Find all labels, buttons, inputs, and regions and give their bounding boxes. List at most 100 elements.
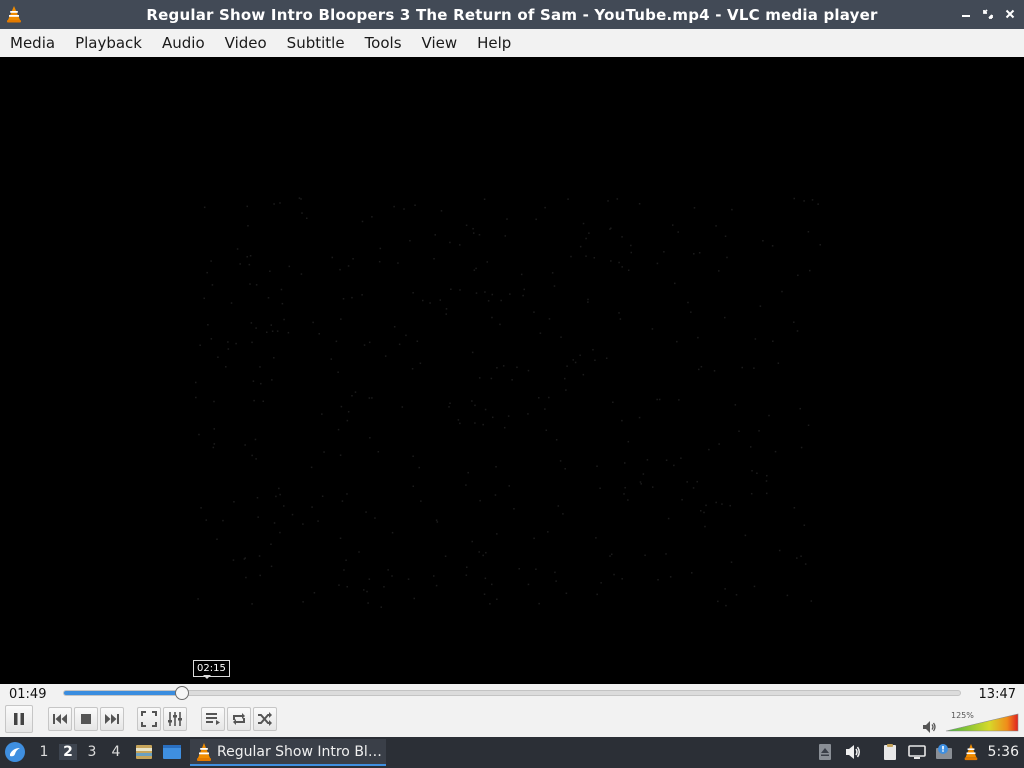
start-menu-icon[interactable]: [4, 741, 26, 763]
video-noise-dot: [544, 206, 546, 209]
playback-controls: 01:49 13:47 125%: [0, 684, 1024, 737]
video-noise-dot: [412, 292, 414, 294]
menu-help[interactable]: Help: [467, 29, 521, 57]
video-noise-dot: [527, 583, 530, 586]
video-noise-dot: [651, 328, 654, 330]
fullscreen-button[interactable]: [137, 707, 161, 731]
desktop-4[interactable]: 4: [107, 744, 125, 760]
video-noise-dot: [384, 355, 387, 357]
seek-tooltip-arrow: [203, 675, 211, 679]
video-noise-dot: [533, 311, 535, 313]
video-noise-dot: [225, 366, 227, 368]
video-noise-dot: [509, 293, 511, 295]
menu-playback[interactable]: Playback: [65, 29, 152, 57]
seek-handle[interactable]: [175, 686, 190, 700]
seek-slider[interactable]: [63, 686, 961, 700]
video-noise-dot: [479, 499, 481, 502]
extended-settings-button[interactable]: [163, 707, 187, 731]
menu-tools[interactable]: Tools: [355, 29, 412, 57]
desktop-2[interactable]: 2: [59, 744, 77, 760]
video-noise-dot: [693, 253, 695, 255]
video-noise-dot: [217, 356, 219, 358]
previous-button[interactable]: [48, 707, 72, 731]
menu-media[interactable]: Media: [0, 29, 65, 57]
shuffle-button[interactable]: [253, 707, 277, 731]
menu-audio[interactable]: Audio: [152, 29, 215, 57]
video-noise-dot: [310, 466, 313, 469]
video-noise-dot: [198, 433, 200, 436]
video-noise-dot: [491, 416, 494, 419]
video-noise-dot: [207, 324, 209, 326]
video-noise-dot: [419, 362, 422, 365]
stop-button[interactable]: [74, 707, 98, 731]
desktop-1[interactable]: 1: [35, 744, 53, 760]
video-noise-dot: [793, 321, 795, 323]
clock[interactable]: 5:36: [988, 744, 1019, 760]
close-button[interactable]: [1003, 6, 1016, 22]
video-noise-dot: [363, 589, 365, 591]
video-noise-dot: [564, 377, 566, 380]
video-noise-dot: [527, 413, 529, 415]
playlist-button[interactable]: [201, 707, 225, 731]
pause-button[interactable]: [5, 705, 33, 733]
video-noise-dot: [681, 498, 683, 501]
file-manager-icon[interactable]: [134, 742, 154, 762]
video-noise-dot: [640, 483, 642, 485]
menu-video[interactable]: Video: [215, 29, 277, 57]
video-noise-dot: [340, 318, 342, 320]
video-noise-dot: [271, 330, 274, 333]
video-noise-dot: [741, 366, 743, 369]
elapsed-time[interactable]: 01:49: [9, 687, 46, 702]
video-noise-dot: [724, 588, 726, 590]
video-noise-dot: [753, 367, 755, 369]
video-noise-dot: [596, 593, 598, 596]
show-desktop-icon[interactable]: [162, 742, 182, 762]
desktop-3[interactable]: 3: [83, 744, 101, 760]
network-icon[interactable]: [908, 743, 926, 761]
video-noise-dot: [495, 465, 497, 468]
video-noise-dot: [351, 296, 353, 299]
pause-icon: [14, 713, 24, 725]
menu-subtitle[interactable]: Subtitle: [277, 29, 355, 57]
minimize-icon: [961, 15, 970, 17]
next-button[interactable]: [100, 707, 124, 731]
video-noise-dot: [306, 217, 308, 220]
loop-button[interactable]: [227, 707, 251, 731]
video-noise-dot: [564, 467, 566, 470]
speaker-icon[interactable]: [922, 720, 938, 734]
eject-icon[interactable]: [816, 743, 834, 761]
video-noise-dot: [612, 401, 614, 404]
video-noise-dot: [300, 273, 303, 275]
total-time[interactable]: 13:47: [979, 687, 1016, 702]
video-noise-dot: [346, 585, 349, 588]
video-noise-dot: [705, 504, 707, 507]
video-noise-dot: [623, 493, 625, 495]
video-noise-dot: [379, 247, 382, 250]
video-area[interactable]: [0, 57, 1024, 684]
video-noise-dot: [588, 232, 590, 234]
video-noise-dot: [494, 494, 497, 496]
video-noise-dot: [233, 501, 235, 503]
video-noise-dot: [354, 391, 357, 393]
update-notifier-icon[interactable]: [935, 743, 953, 761]
maximize-button[interactable]: [981, 6, 994, 22]
video-noise-dot: [522, 294, 524, 297]
vlc-tray-icon[interactable]: [962, 743, 980, 761]
video-noise-dot: [267, 297, 270, 299]
video-noise-dot: [262, 400, 264, 403]
video-noise-dot: [351, 395, 353, 397]
menu-view[interactable]: View: [412, 29, 468, 57]
video-noise-dot: [610, 260, 612, 262]
video-noise-dot: [623, 462, 626, 464]
minimize-button[interactable]: [959, 6, 972, 22]
taskbar-task-vlc[interactable]: Regular Show Intro Bl…: [190, 739, 386, 766]
video-noise-dot: [599, 487, 601, 490]
video-noise-dot: [311, 506, 313, 508]
video-noise-dot: [401, 406, 404, 408]
video-noise-dot: [486, 261, 489, 263]
video-noise-dot: [759, 305, 762, 307]
video-noise-dot: [280, 288, 283, 291]
volume-tray-icon[interactable]: [844, 743, 862, 761]
video-noise-dot: [715, 225, 717, 227]
clipboard-icon[interactable]: [881, 743, 899, 761]
